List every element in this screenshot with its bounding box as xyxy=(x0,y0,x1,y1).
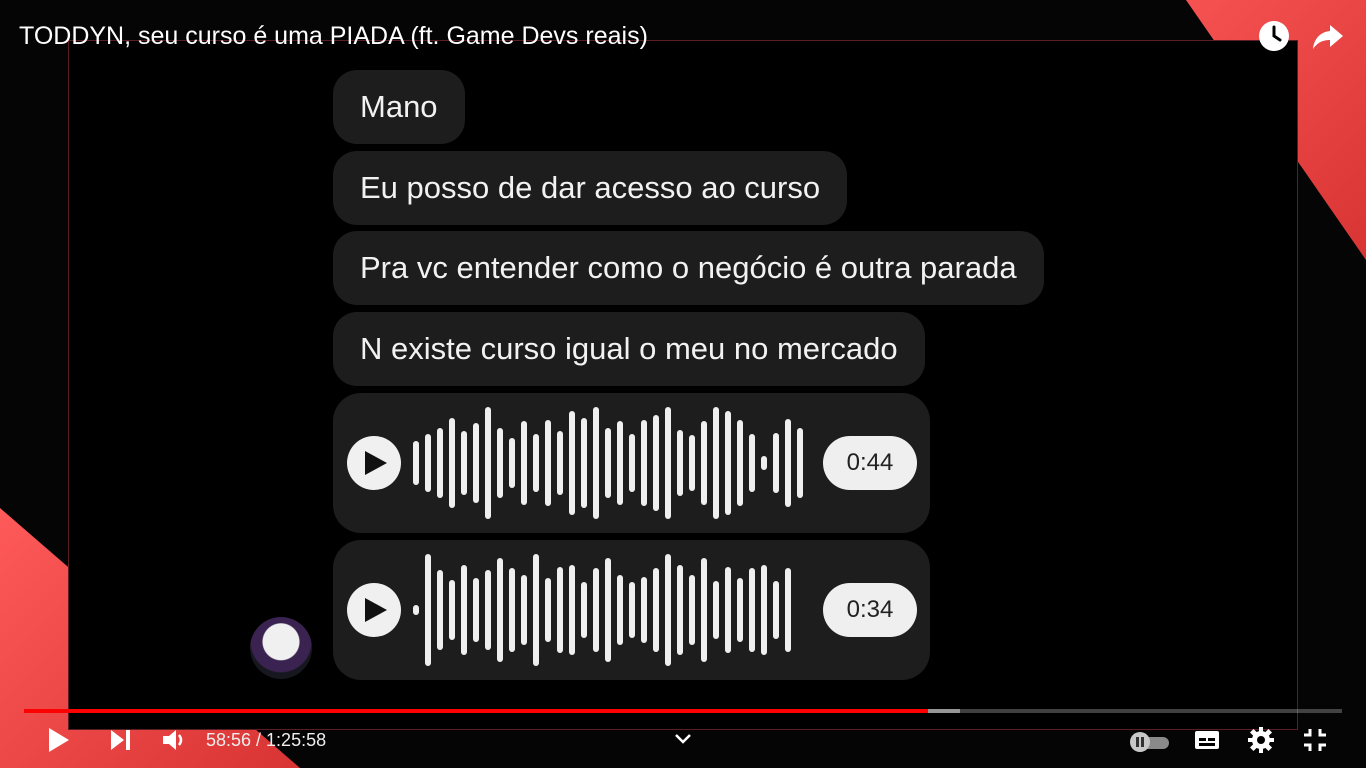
waveform-bar xyxy=(461,565,467,655)
waveform-bar xyxy=(653,415,659,511)
waveform-bar xyxy=(677,430,683,496)
waveform xyxy=(413,540,823,680)
waveform-bar xyxy=(677,565,683,655)
play-icon[interactable] xyxy=(347,583,401,637)
waveform-bar xyxy=(665,554,671,666)
play-icon[interactable] xyxy=(46,726,72,759)
waveform-bar xyxy=(437,428,443,498)
waveform-bar xyxy=(629,582,635,638)
waveform-bar xyxy=(773,581,779,639)
waveform-bar xyxy=(425,434,431,492)
voice-duration: 0:34 xyxy=(823,583,917,637)
gear-icon[interactable] xyxy=(1247,726,1275,759)
message-text: Pra vc entender como o negócio é outra p… xyxy=(360,250,1017,285)
waveform-bar xyxy=(701,558,707,662)
waveform xyxy=(413,393,823,533)
waveform-bar xyxy=(761,456,767,470)
waveform-bar xyxy=(557,567,563,653)
voice-note: 0:34 xyxy=(333,540,930,680)
waveform-bar xyxy=(641,577,647,643)
volume-icon[interactable] xyxy=(160,726,188,759)
waveform-bar xyxy=(485,407,491,519)
message-text: N existe curso igual o meu no mercado xyxy=(360,331,898,366)
waveform-bar xyxy=(449,418,455,508)
play-icon[interactable] xyxy=(347,436,401,490)
waveform-bar xyxy=(545,578,551,642)
message-bubble: N existe curso igual o meu no mercado xyxy=(333,312,925,386)
waveform-bar xyxy=(569,565,575,655)
share-arrow-icon[interactable] xyxy=(1310,18,1346,54)
voice-duration: 0:44 xyxy=(823,436,917,490)
time-display: 58:56 / 1:25:58 xyxy=(206,730,327,750)
waveform-bar xyxy=(785,419,791,507)
waveform-bar xyxy=(725,567,731,653)
waveform-bar xyxy=(737,578,743,642)
waveform-bar xyxy=(713,407,719,519)
waveform-bar xyxy=(713,581,719,639)
waveform-bar xyxy=(785,568,791,652)
waveform-bar xyxy=(749,568,755,652)
waveform-bar xyxy=(629,434,635,492)
waveform-bar xyxy=(581,418,587,508)
waveform-bar xyxy=(761,565,767,655)
waveform-bar xyxy=(521,421,527,505)
message-bubble: Pra vc entender como o negócio é outra p… xyxy=(333,231,1044,305)
waveform-bar xyxy=(701,421,707,505)
message-text: Mano xyxy=(360,89,438,124)
waveform-bar xyxy=(593,407,599,519)
waveform-bar xyxy=(605,428,611,498)
clock-icon[interactable] xyxy=(1256,18,1292,54)
waveform-bar xyxy=(545,420,551,506)
subtitles-icon[interactable] xyxy=(1193,726,1221,759)
waveform-bar xyxy=(533,434,539,492)
waveform-bar xyxy=(425,554,431,666)
waveform-bar xyxy=(521,575,527,645)
chevron-down-icon[interactable] xyxy=(674,730,692,751)
waveform-bar xyxy=(533,554,539,666)
message-bubble: Eu posso de dar acesso ao curso xyxy=(333,151,848,225)
waveform-bar xyxy=(689,575,695,645)
waveform-bar xyxy=(581,582,587,638)
waveform-bar xyxy=(497,558,503,662)
waveform-bar xyxy=(617,421,623,505)
progress-bar[interactable] xyxy=(24,709,1342,713)
message-bubble: Mano xyxy=(333,70,465,144)
waveform-bar xyxy=(617,575,623,645)
waveform-bar xyxy=(725,411,731,515)
waveform-bar xyxy=(605,558,611,662)
waveform-bar xyxy=(497,428,503,498)
waveform-bar xyxy=(749,434,755,492)
waveform-bar xyxy=(413,441,419,485)
message-text: Eu posso de dar acesso ao curso xyxy=(360,170,821,205)
waveform-bar xyxy=(569,411,575,515)
waveform-bar xyxy=(413,605,419,615)
waveform-bar xyxy=(689,435,695,491)
skip-next-icon[interactable] xyxy=(108,726,134,759)
waveform-bar xyxy=(509,568,515,652)
waveform-bar xyxy=(437,570,443,650)
waveform-bar xyxy=(773,433,779,493)
progress-played xyxy=(24,709,928,713)
waveform-bar xyxy=(557,431,563,495)
avatar[interactable] xyxy=(250,617,312,679)
exit-fullscreen-icon[interactable] xyxy=(1301,726,1329,759)
autoplay-toggle-icon[interactable] xyxy=(1129,731,1171,758)
waveform-bar xyxy=(449,580,455,640)
voice-note: 0:44 xyxy=(333,393,930,533)
waveform-bar xyxy=(461,431,467,495)
waveform-bar xyxy=(509,438,515,488)
waveform-bar xyxy=(797,428,803,498)
waveform-bar xyxy=(473,578,479,642)
video-title[interactable]: TODDYN, seu curso é uma PIADA (ft. Game … xyxy=(19,22,648,51)
waveform-bar xyxy=(737,420,743,506)
waveform-bar xyxy=(593,568,599,652)
waveform-bar xyxy=(485,570,491,650)
waveform-bar xyxy=(473,423,479,503)
waveform-bar xyxy=(653,568,659,652)
waveform-bar xyxy=(641,420,647,506)
waveform-bar xyxy=(665,407,671,519)
